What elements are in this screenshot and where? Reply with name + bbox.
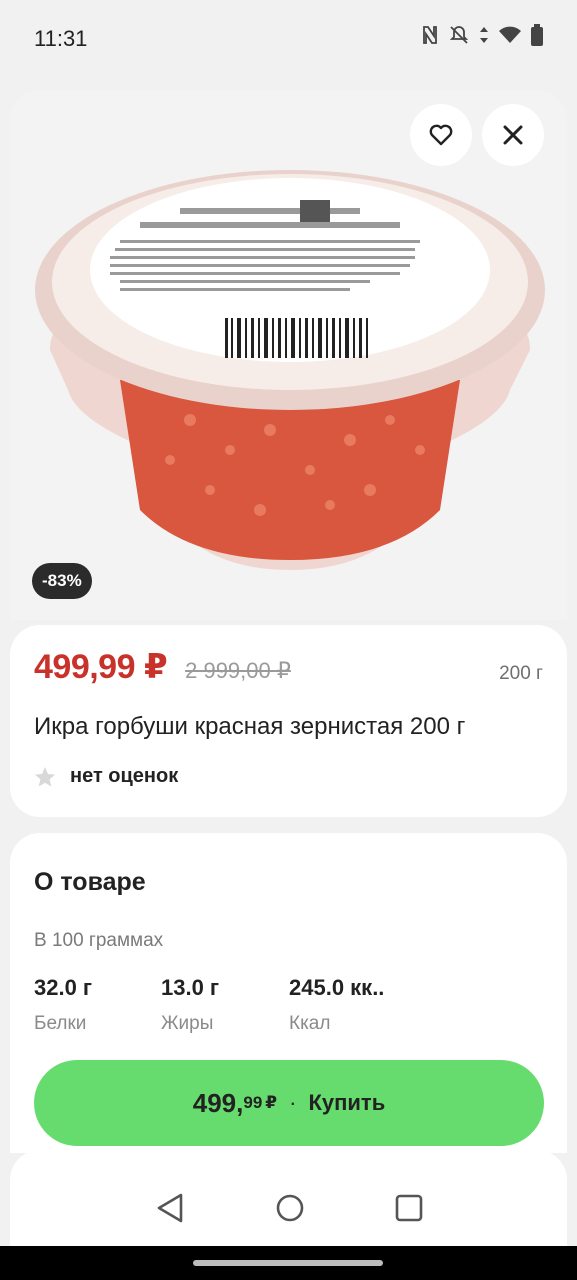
buy-separator: · <box>289 1090 297 1115</box>
notifications-off-icon <box>449 26 469 44</box>
nutrition-label: Белки <box>34 1013 87 1034</box>
nutrition-value: 245.0 кк.. <box>289 975 385 1000</box>
buy-currency: ₽ <box>265 1093 278 1112</box>
home-icon[interactable] <box>275 1193 305 1223</box>
buy-label: Купить <box>308 1090 386 1115</box>
close-button[interactable] <box>482 104 544 166</box>
back-icon[interactable] <box>155 1192 185 1224</box>
status-icons <box>421 24 543 46</box>
buy-price-decimal: 99 <box>243 1093 263 1112</box>
product-title: Икра горбуши красная зернистая 200 г <box>34 713 466 740</box>
data-transfer-icon <box>480 27 488 43</box>
nfc-icon <box>423 26 437 44</box>
nutrition-fat: 13.0 г Жиры <box>161 975 219 1035</box>
nutrition-value: 13.0 г <box>161 975 220 1000</box>
product-info-card: 499,99 ₽ 2 999,00 ₽ 200 г Икра горбуши к… <box>10 625 567 817</box>
battery-icon <box>531 24 543 46</box>
old-price: 2 999,00 ₽ <box>185 658 291 683</box>
current-price: 499,99 ₽ <box>34 648 168 686</box>
nutrition-label: Ккал <box>289 1013 331 1034</box>
product-image-area <box>10 90 567 620</box>
screen: 11:31 -83% 499,99 ₽ 2 999,00 ₽ 200 г Икр… <box>0 0 577 1246</box>
rating[interactable]: нет оценок <box>34 765 178 788</box>
star-icon <box>35 766 55 786</box>
nutrition-label: Жиры <box>161 1013 214 1034</box>
system-navigation-bar <box>0 1170 577 1246</box>
wifi-icon <box>499 26 521 43</box>
rating-text: нет оценок <box>70 765 179 787</box>
buy-price-integer: 499, <box>192 1087 244 1118</box>
status-time: 11:31 <box>34 26 88 51</box>
close-icon <box>503 125 523 145</box>
discount-badge: -83% <box>32 563 92 599</box>
price-row: 499,99 ₽ 2 999,00 ₽ <box>34 647 291 687</box>
nutrition-kcal: 245.0 кк.. Ккал <box>289 975 384 1035</box>
status-bar: 11:31 <box>0 0 577 78</box>
heart-icon <box>429 124 453 146</box>
favorite-button[interactable] <box>410 104 472 166</box>
nutrition-value: 32.0 г <box>34 975 93 1000</box>
product-image <box>35 170 545 570</box>
about-title: О товаре <box>34 868 146 896</box>
recents-icon[interactable] <box>395 1194 423 1222</box>
per-100g-label: В 100 граммах <box>34 930 164 951</box>
buy-button[interactable]: 499, 99 ₽ · Купить <box>34 1060 544 1146</box>
home-indicator <box>193 1260 383 1266</box>
nutrition-protein: 32.0 г Белки <box>34 975 92 1035</box>
product-weight: 200 г <box>499 663 543 684</box>
